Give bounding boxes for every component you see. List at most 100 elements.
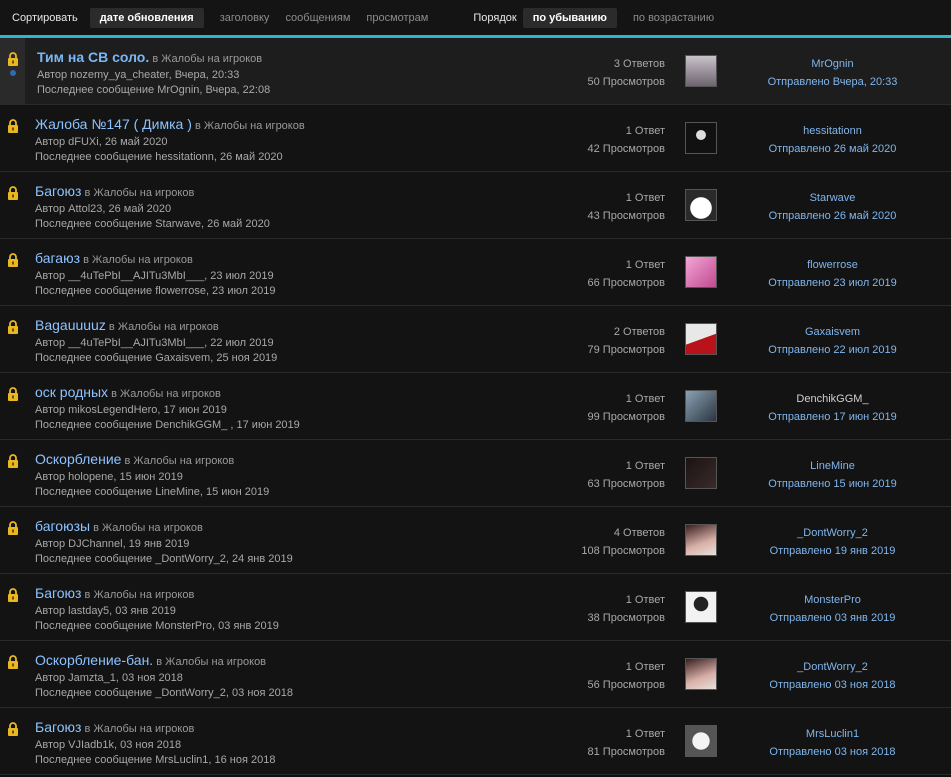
forum-link[interactable]: Жалобы на игроков [161, 53, 262, 65]
topic-title-link[interactable]: Багоюз [35, 183, 81, 199]
topic-title-link[interactable]: Bagauuuuz [35, 317, 106, 333]
last-post-time-link[interactable]: Отправлено Вчера, 20:33 [745, 73, 920, 91]
unread-dot-icon[interactable] [10, 70, 16, 76]
last-poster-link[interactable]: Gaxaisvem [745, 323, 920, 341]
last-poster-link[interactable]: hessitationn [745, 122, 920, 140]
topic-row: Жалоба №147 ( Димка ) в Жалобы на игроко… [0, 105, 951, 172]
avatar[interactable] [685, 323, 717, 355]
sort-option-posts[interactable]: сообщениям [277, 12, 358, 24]
forum-link[interactable]: Жалобы на игроков [118, 321, 219, 333]
topic-title-link[interactable]: багоюзы [35, 518, 90, 534]
forum-prefix: в [84, 187, 91, 199]
topic-title-link[interactable]: Жалоба №147 ( Димка ) [35, 116, 192, 132]
topic-stats: 3 Ответов 50 Просмотров [588, 55, 666, 91]
topic-author: Автор nozemy_ya_cheater, Вчера, 20:33 [37, 69, 240, 81]
topic-stats: 1 Ответ 56 Просмотров [588, 658, 666, 694]
topic-last-post: Последнее сообщение Gaxaisvem, 25 ноя 20… [35, 352, 278, 364]
reply-count: 1 Ответ [625, 125, 665, 137]
topic-author: Автор mikosLegendHero, 17 июн 2019 [35, 404, 227, 416]
forum-link[interactable]: Жалобы на игроков [133, 455, 234, 467]
topic-last-post: Последнее сообщение hessitationn, 26 май… [35, 151, 283, 163]
last-post-time-link[interactable]: Отправлено 19 янв 2019 [745, 542, 920, 560]
forum-prefix: в [194, 120, 201, 132]
forum-link[interactable]: Жалобы на игроков [120, 388, 221, 400]
last-poster-link[interactable]: MonsterPro [745, 591, 920, 609]
topic-title-link[interactable]: багаюз [35, 250, 80, 266]
order-option-descending[interactable]: по убыванию [522, 7, 617, 28]
last-post-time-link[interactable]: Отправлено 03 янв 2019 [745, 609, 920, 627]
lock-icon [8, 588, 18, 602]
view-count: 81 Просмотров [587, 746, 666, 758]
topic-title-link[interactable]: Оскорбление [35, 451, 121, 467]
last-post-time-link[interactable]: Отправлено 22 июл 2019 [745, 341, 920, 359]
sort-option-views[interactable]: просмотрам [358, 12, 436, 24]
avatar[interactable] [685, 524, 717, 556]
last-poster-link[interactable]: _DontWorry_2 [745, 658, 920, 676]
topic-stats: 1 Ответ 81 Просмотров [588, 725, 666, 761]
view-count: 43 Просмотров [587, 210, 666, 222]
reply-count: 4 Ответов [613, 527, 665, 539]
forum-link[interactable]: Жалобы на игроков [93, 589, 194, 601]
topic-title-link[interactable]: Багоюз [35, 719, 81, 735]
avatar[interactable] [685, 390, 717, 422]
topic-title-link[interactable]: оск родных [35, 384, 108, 400]
view-count: 50 Просмотров [587, 76, 666, 88]
avatar[interactable] [685, 457, 717, 489]
last-poster-link[interactable]: flowerrose [745, 256, 920, 274]
sort-label: Сортировать [12, 11, 78, 24]
last-post-time-link[interactable]: Отправлено 03 ноя 2018 [745, 676, 920, 694]
last-poster-link[interactable]: _DontWorry_2 [745, 524, 920, 542]
topic-title-link[interactable]: Оскорбление-бан. [35, 652, 153, 668]
forum-link[interactable]: Жалобы на игроков [204, 120, 305, 132]
topic-author: Автор lastday5, 03 янв 2019 [35, 605, 176, 617]
forum-link[interactable]: Жалобы на игроков [165, 656, 266, 668]
forum-prefix: в [108, 321, 115, 333]
reply-count: 1 Ответ [625, 393, 665, 405]
topic-row: багаюз в Жалобы на игроков Автор __4uTeP… [0, 239, 951, 306]
last-poster-name: DenchikGGM_ [796, 393, 869, 405]
forum-prefix: в [93, 522, 99, 534]
last-poster-link[interactable]: Starwave [745, 189, 920, 207]
last-poster-link[interactable]: MrOgnin [745, 55, 920, 73]
avatar[interactable] [685, 189, 717, 221]
reply-count: 1 Ответ [625, 259, 665, 271]
forum-link[interactable]: Жалобы на игроков [102, 522, 203, 534]
sort-option-title[interactable]: заголовку [212, 12, 278, 24]
avatar[interactable] [685, 591, 717, 623]
avatar[interactable] [685, 658, 717, 690]
topic-title-link[interactable]: Тим на СВ соло. [37, 49, 149, 65]
avatar[interactable] [685, 122, 717, 154]
forum-prefix: в [83, 254, 89, 266]
lock-icon [8, 454, 18, 468]
last-poster-link[interactable]: MrsLuclin1 [745, 725, 920, 743]
forum-link[interactable]: Жалобы на игроков [93, 723, 194, 735]
last-post-time-link[interactable]: Отправлено 26 май 2020 [745, 140, 920, 158]
avatar[interactable] [685, 256, 717, 288]
lock-icon [8, 253, 18, 267]
last-post-time-link[interactable]: Отправлено 15 июн 2019 [745, 475, 920, 493]
topic-row: Багоюз в Жалобы на игроков Автор Attol23… [0, 172, 951, 239]
topic-stats: 4 Ответов 108 Просмотров [581, 524, 665, 560]
avatar[interactable] [685, 725, 717, 757]
order-option-ascending[interactable]: по возрастанию [625, 12, 722, 24]
topic-row: Багоюз в Жалобы на игроков Автор lastday… [0, 574, 951, 641]
last-post-time-link[interactable]: Отправлено 26 май 2020 [745, 207, 920, 225]
forum-link[interactable]: Жалобы на игроков [93, 187, 194, 199]
last-poster-link[interactable]: LineMine [745, 457, 920, 475]
avatar[interactable] [685, 55, 717, 87]
last-post-time-link[interactable]: Отправлено 03 ноя 2018 [745, 743, 920, 761]
topic-title-link[interactable]: Багоюз [35, 585, 81, 601]
reply-count: 2 Ответов [613, 326, 665, 338]
forum-link[interactable]: Жалобы на игроков [92, 254, 193, 266]
lock-icon [8, 119, 18, 133]
reply-count: 1 Ответ [625, 460, 665, 472]
topic-row: оск родных в Жалобы на игроков Автор mik… [0, 373, 951, 440]
topic-row: багоюзы в Жалобы на игроков Автор DJChan… [0, 507, 951, 574]
reply-count: 1 Ответ [625, 594, 665, 606]
last-post-time-link[interactable]: Отправлено 17 июн 2019 [745, 408, 920, 426]
last-post-time-link[interactable]: Отправлено 23 июл 2019 [745, 274, 920, 292]
sort-option-date-updated[interactable]: дате обновления [89, 7, 204, 28]
topic-stats: 1 Ответ 63 Просмотров [588, 457, 666, 493]
view-count: 99 Просмотров [587, 411, 666, 423]
topic-author: Автор VJIadb1k, 03 ноя 2018 [35, 739, 182, 751]
